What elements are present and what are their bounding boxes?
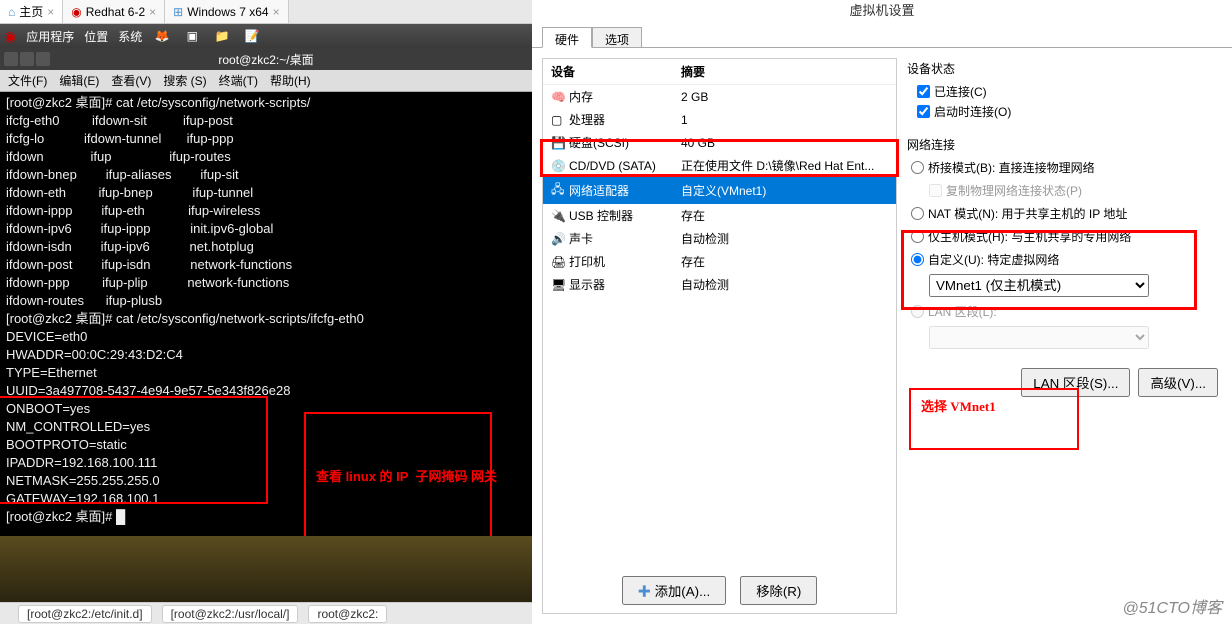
taskbar-item[interactable]: root@zkc2:: [308, 605, 387, 623]
add-icon: ✚: [638, 584, 651, 599]
vm-tab-bar: ⌂ 主页 × ◉ Redhat 6-2 × ⊞ Windows 7 x64 ×: [0, 0, 532, 24]
chk-replicate: 复制物理网络连接状态(P): [929, 182, 1222, 199]
device-summary: 2 GB: [681, 90, 888, 104]
remove-button[interactable]: 移除(R): [740, 576, 817, 605]
home-icon: ⌂: [8, 5, 15, 19]
hardware-row[interactable]: 🖨打印机存在: [543, 250, 896, 273]
device-icon: 🔌: [551, 209, 569, 223]
taskbar: [root@zkc2:/etc/init.d] [root@zkc2:/usr/…: [0, 602, 532, 624]
device-name: 网络适配器: [569, 182, 681, 199]
menu-places[interactable]: 位置: [84, 28, 108, 45]
device-summary: 1: [681, 113, 888, 127]
menu-view[interactable]: 查看(V): [111, 72, 151, 89]
tab-label: Windows 7 x64: [187, 5, 268, 19]
menu-search[interactable]: 搜索 (S): [163, 72, 206, 89]
terminal-icon[interactable]: ▣: [182, 29, 202, 43]
hardware-row[interactable]: 🖥显示器自动检测: [543, 273, 896, 296]
device-name: 内存: [569, 88, 681, 105]
radio-bridged[interactable]: 桥接模式(B): 直接连接物理网络: [911, 159, 1222, 176]
redhat-icon: ◉: [71, 5, 81, 19]
tab-home[interactable]: ⌂ 主页 ×: [0, 0, 63, 23]
section-netconn: 网络连接: [907, 136, 1222, 153]
device-icon: 🖨: [551, 255, 569, 269]
settings-tabs: 硬件 选项: [532, 20, 1232, 48]
hardware-row[interactable]: 🔊声卡自动检测: [543, 227, 896, 250]
menu-file[interactable]: 文件(F): [8, 72, 47, 89]
tab-label: 主页: [19, 3, 43, 20]
add-button[interactable]: ✚ 添加(A)...: [622, 576, 727, 605]
menu-terminal[interactable]: 终端(T): [219, 72, 258, 89]
taskbar-item[interactable]: [root@zkc2:/usr/local/]: [162, 605, 299, 623]
device-name: 处理器: [569, 111, 681, 128]
linux-menubar: ◉ 应用程序 位置 系统 🦊 ▣ 📁 📝: [0, 24, 532, 48]
close-icon[interactable]: ×: [47, 5, 54, 19]
menu-help[interactable]: 帮助(H): [270, 72, 311, 89]
highlight-box-custom-vmnet: [901, 230, 1197, 310]
hardware-row[interactable]: 🔌USB 控制器存在: [543, 204, 896, 227]
menu-system[interactable]: 系统: [118, 28, 142, 45]
terminal-menubar: 文件(F) 编辑(E) 查看(V) 搜索 (S) 终端(T) 帮助(H): [0, 70, 532, 92]
hardware-row[interactable]: 🖧网络适配器自定义(VMnet1): [543, 177, 896, 204]
device-name: USB 控制器: [569, 207, 681, 224]
device-summary: 自动检测: [681, 230, 888, 247]
tab-hardware[interactable]: 硬件: [542, 27, 592, 48]
device-icon: ▢: [551, 113, 569, 127]
tab-redhat[interactable]: ◉ Redhat 6-2 ×: [63, 0, 165, 23]
device-icon: 🧠: [551, 90, 569, 104]
device-summary: 自定义(VMnet1): [681, 182, 888, 199]
col-device: 设备: [551, 63, 681, 80]
chk-connected[interactable]: 已连接(C): [917, 83, 1222, 100]
device-name: 打印机: [569, 253, 681, 270]
section-devstatus: 设备状态: [907, 60, 1222, 77]
taskbar-item[interactable]: [root@zkc2:/etc/init.d]: [18, 605, 152, 623]
device-icon: 🖥: [551, 278, 569, 292]
device-name: 声卡: [569, 230, 681, 247]
close-icon[interactable]: ×: [149, 5, 156, 19]
menu-edit[interactable]: 编辑(E): [59, 72, 99, 89]
terminal-title: root@zkc2:~/桌面: [218, 51, 313, 68]
terminal-output[interactable]: [root@zkc2 桌面]# cat /etc/sysconfig/netwo…: [0, 92, 532, 536]
tab-windows[interactable]: ⊞ Windows 7 x64 ×: [165, 0, 288, 23]
hardware-list: 设备 摘要 🧠内存2 GB▢处理器1💾硬盘(SCSI)40 GB💿CD/DVD …: [542, 58, 897, 614]
chk-connect-on-start[interactable]: 启动时连接(O): [917, 103, 1222, 120]
annotation-line1: 查看 linux 的 IP 子网掩码 网关: [316, 466, 480, 488]
close-icon[interactable]: ×: [273, 5, 280, 19]
menu-applications[interactable]: 应用程序: [26, 28, 74, 45]
redhat-icon: ◉: [4, 28, 16, 45]
device-summary: 存在: [681, 253, 888, 270]
device-icon: 🔊: [551, 232, 569, 246]
col-summary: 摘要: [681, 63, 888, 80]
files-icon[interactable]: 📁: [212, 29, 232, 43]
device-icon: 🖧: [551, 180, 569, 201]
windows-icon: ⊞: [173, 5, 183, 19]
annotation-select-vmnet1: 选择 VMnet1: [909, 388, 1079, 450]
cursor: █: [116, 509, 125, 524]
tab-options[interactable]: 选项: [592, 27, 642, 48]
settings-title: 虚拟机设置: [532, 0, 1232, 20]
annotation-netcfg: 查看 linux 的 IP 子网掩码 网关 若想要修改 上面命名中的 cat 换…: [304, 412, 492, 536]
watermark: @51CTO博客: [1122, 594, 1222, 618]
tab-label: Redhat 6-2: [86, 5, 145, 19]
firefox-icon[interactable]: 🦊: [152, 29, 172, 43]
hardware-details: 设备状态 已连接(C) 启动时连接(O) 网络连接 桥接模式(B): 直接连接物…: [907, 58, 1222, 614]
editor-icon[interactable]: 📝: [242, 29, 262, 43]
terminal-titlebar: root@zkc2:~/桌面: [0, 48, 532, 70]
highlight-box-network-adapter: [540, 139, 899, 177]
device-name: 显示器: [569, 276, 681, 293]
advanced-button[interactable]: 高级(V)...: [1138, 368, 1218, 397]
select-lan: [929, 326, 1149, 349]
highlight-box-netconfig: [0, 396, 268, 504]
device-summary: 自动检测: [681, 276, 888, 293]
device-summary: 存在: [681, 207, 888, 224]
radio-nat[interactable]: NAT 模式(N): 用于共享主机的 IP 地址: [911, 205, 1222, 222]
hardware-row[interactable]: ▢处理器1: [543, 108, 896, 131]
desktop-background: [0, 536, 532, 602]
hardware-row[interactable]: 🧠内存2 GB: [543, 85, 896, 108]
